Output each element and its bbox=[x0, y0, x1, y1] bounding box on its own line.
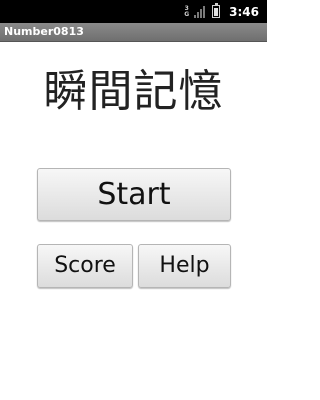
status-bar: 3 G 3:46 bbox=[0, 0, 267, 23]
start-button[interactable]: Start bbox=[37, 168, 231, 221]
status-icons: 3 G 3:46 bbox=[184, 0, 259, 23]
signal-icon bbox=[194, 5, 206, 18]
title-bar: Number0813 bbox=[0, 23, 267, 42]
network-type-letter: G bbox=[184, 10, 190, 18]
help-button[interactable]: Help bbox=[138, 244, 231, 288]
score-button[interactable]: Score bbox=[37, 244, 133, 288]
status-clock: 3:46 bbox=[229, 4, 259, 19]
battery-icon bbox=[212, 3, 221, 18]
app-title: 瞬間記憶 bbox=[43, 66, 224, 117]
network-type-icon: 3 G bbox=[184, 5, 190, 18]
window-title: Number0813 bbox=[4, 25, 84, 38]
